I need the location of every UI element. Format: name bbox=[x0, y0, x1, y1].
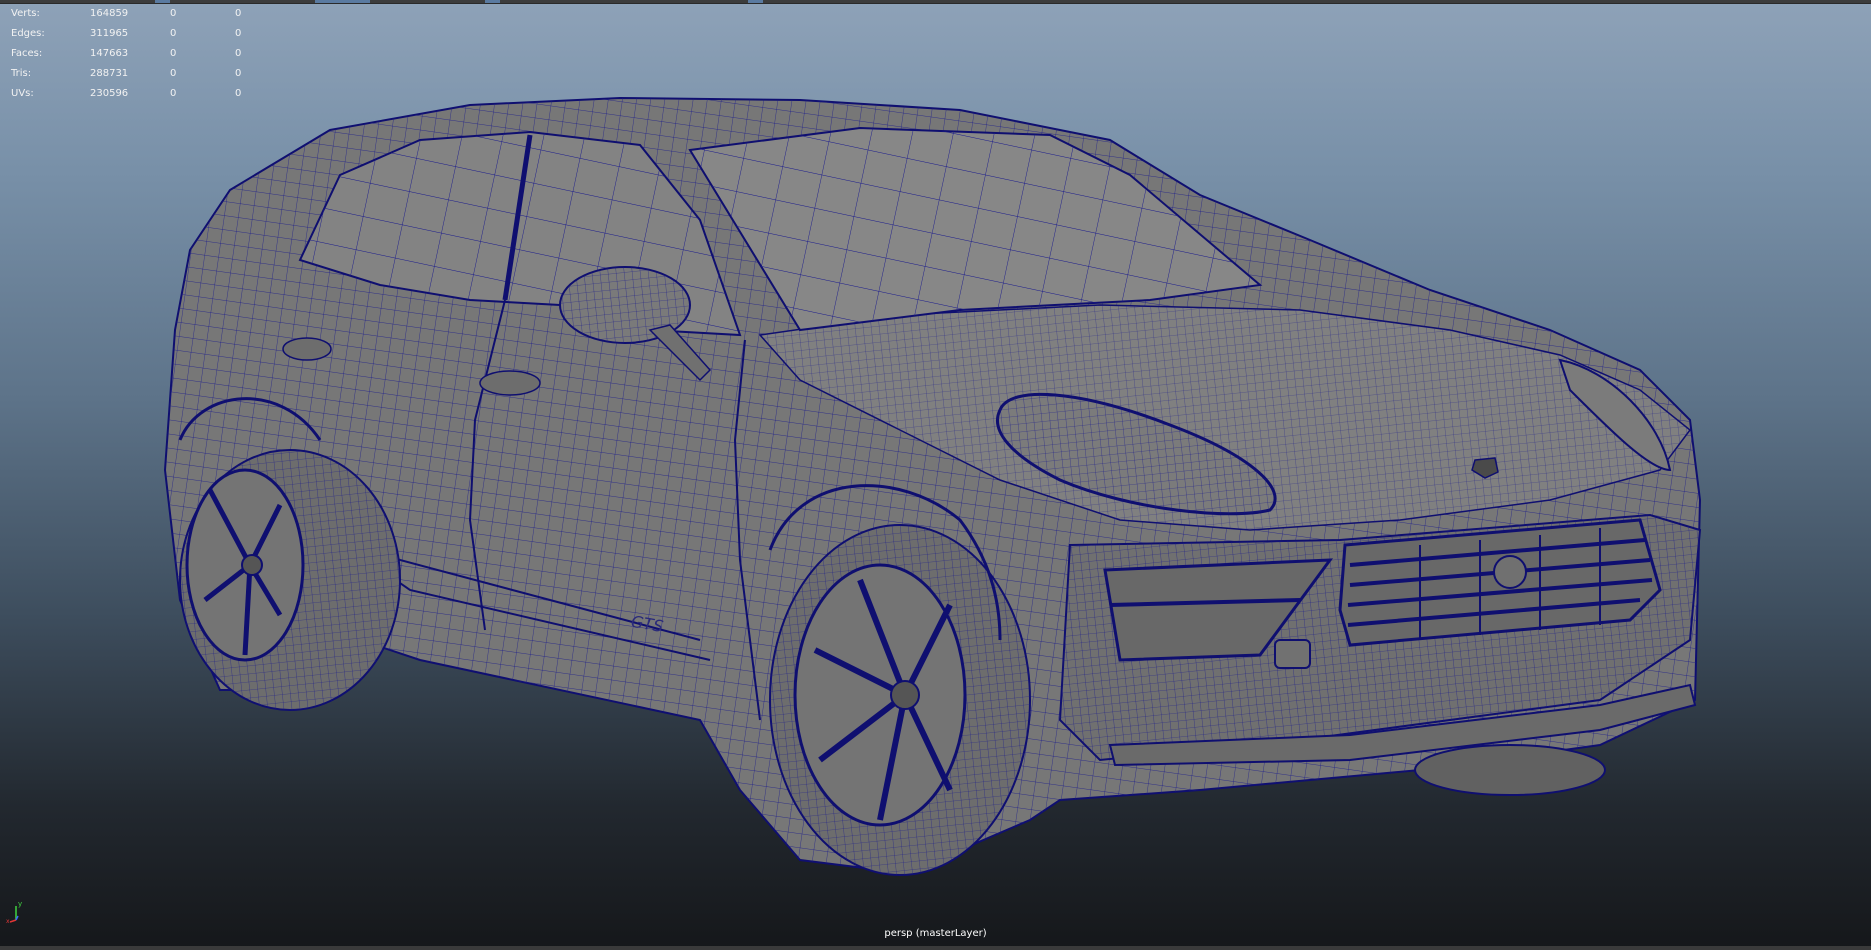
poly-count-hud: Verts: 164859 0 0 Edges: 311965 0 0 Face… bbox=[11, 4, 265, 104]
front-right-tire bbox=[1414, 744, 1606, 796]
camera-label: persp (masterLayer) bbox=[884, 928, 987, 939]
axis-gizmo-icon: y x bbox=[6, 900, 22, 924]
car-wireframe-model[interactable]: GTS bbox=[0, 0, 1871, 950]
maya-viewport[interactable]: GTS Verts: 164859 0 0 Edges: 311965 0 0 … bbox=[0, 0, 1871, 950]
rear-wheel bbox=[179, 449, 401, 711]
hud-row-tris: Tris: 288731 0 0 bbox=[11, 68, 242, 79]
hud-row-edges: Edges: 311965 0 0 bbox=[11, 28, 242, 39]
hud-row-verts: Verts: 164859 0 0 bbox=[11, 8, 242, 19]
svg-text:x: x bbox=[6, 918, 10, 924]
viewport-bottom-border bbox=[0, 946, 1871, 950]
hud-row-faces: Faces: 147663 0 0 bbox=[11, 48, 242, 59]
hud-row-uvs: UVs: 230596 0 0 bbox=[11, 88, 242, 99]
svg-text:y: y bbox=[18, 900, 22, 908]
